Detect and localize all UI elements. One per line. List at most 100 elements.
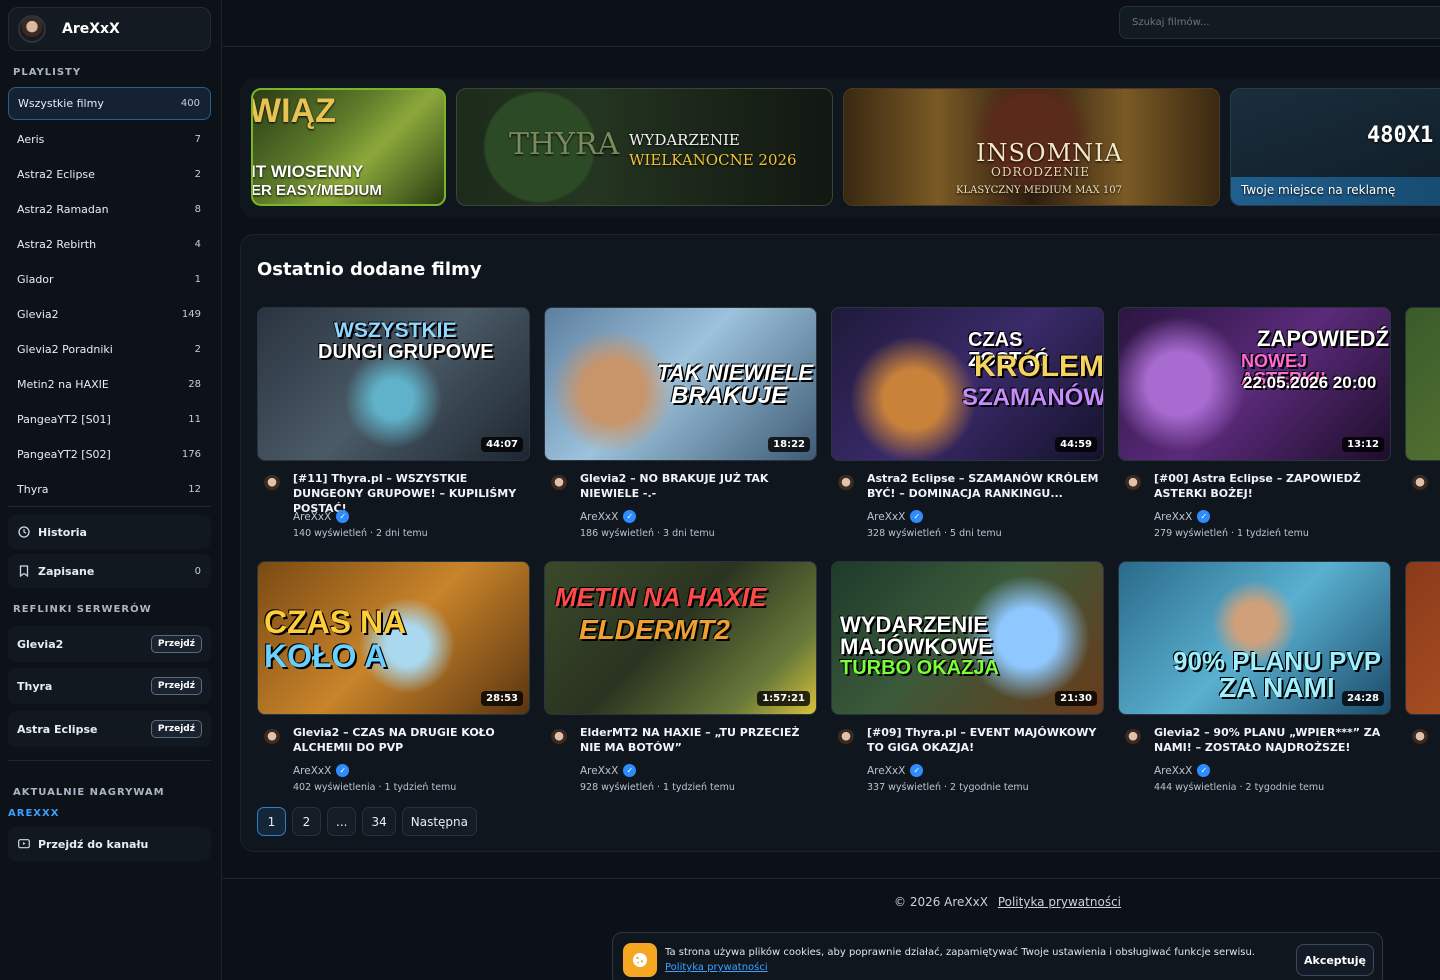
brand[interactable]: AreXxX [8,7,211,51]
playlist-item[interactable]: Glevia2 Poradniki 2 [8,332,211,367]
video-title[interactable]: [#00] Astra Eclipse – ZAPOWIEDŹ ASTERKI … [1154,471,1386,501]
video-thumbnail[interactable]: ZAPOWIEDŹ NOWEJ ASTERKI! 22.05.2026 20:0… [1118,307,1391,461]
cookie-privacy-link[interactable]: Polityka prywatności [665,962,768,973]
playlist-label: Glevia2 Poradniki [17,343,113,356]
video-meta [1405,715,1440,805]
video-thumbnail[interactable] [1405,307,1440,461]
search-input[interactable] [1119,6,1440,39]
cookie-icon [623,943,657,977]
playlist-item[interactable]: PangeaYT2 [S01] 11 [8,402,211,437]
avatar [18,15,46,43]
accept-cookies-button[interactable]: Akceptuję [1296,944,1374,976]
page-button-2[interactable]: 2 [292,807,321,836]
video-thumbnail[interactable]: CZAS NA KOŁO A 28:53 [257,561,530,715]
video-title[interactable]: Astra2 Eclipse – SZAMANÓW KRÓLEM BYĆ! – … [867,471,1099,501]
video-card[interactable]: TAK NIEWIELE BRAKUJE 18:22 Glevia2 – NO … [544,307,817,551]
thumb-text: BRAKUJE [671,382,788,409]
channel-name[interactable]: AreXxX ✓ [1154,510,1211,523]
video-card[interactable]: WSZYSTKIE DUNGI GRUPOWE 44:07 [#11] Thyr… [257,307,530,551]
video-duration: 44:59 [1055,437,1097,452]
playlist-list: Wszystkie filmy 400 Aeris 7 Astra2 Eclipse… [8,87,211,507]
history-button[interactable]: Historia [8,515,211,549]
ref-go-button[interactable]: Przejdź [150,677,202,695]
video-card[interactable]: ZAPOWIEDŹ NOWEJ ASTERKI! 22.05.2026 20:0… [1118,307,1391,551]
ref-go-button[interactable]: Przejdź [150,635,202,653]
banner-ad-slot[interactable]: 480X1 Twoje miejsce na reklamę [1230,88,1440,206]
channel-name[interactable]: AreXxX ✓ [867,764,924,777]
saved-button[interactable]: Zapisane 0 [8,554,211,588]
banner-thyra[interactable]: THYRA WYDARZENIE WIELKANOCNE 2026 [456,88,833,206]
privacy-link[interactable]: Polityka prywatności [998,895,1121,909]
playlist-item[interactable]: Astra2 Rebirth 4 [8,227,211,262]
refs-title: REFLINKI SERWERÓW [13,604,152,615]
footer-divider [223,878,1440,879]
playlist-count: 28 [188,379,201,390]
video-title[interactable]: Glevia2 – 90% PLANU „WPIER***” ZA NAMI! … [1154,725,1386,755]
ref-go-button[interactable]: Przejdź [150,720,202,738]
video-card[interactable]: WYDARZENIE MAJÓWKOWE TURBO OKAZJA 21:30 … [831,561,1104,805]
playlist-item[interactable]: Astra2 Eclipse 2 [8,157,211,192]
playlist-label: Aeris [17,133,45,146]
channel-name[interactable]: AreXxX ✓ [293,510,350,523]
video-title[interactable]: ElderMT2 NA HAXIE – „TU PRZECIEŻ NIE MA … [580,725,812,755]
playlist-item[interactable]: PangeaYT2 [S02] 176 [8,437,211,472]
video-card-partial[interactable] [1405,307,1440,551]
channel-name[interactable]: AreXxX ✓ [293,764,350,777]
video-views: 186 wyświetleń [580,528,654,539]
video-thumbnail[interactable]: CZAS ZOSTAĆ KRÓLEM SZAMANÓW! 44:59 [831,307,1104,461]
video-stats: 444 wyświetlenia · 2 tygodnie temu [1154,782,1325,793]
playlist-item[interactable]: Astra2 Ramadan 8 [8,192,211,227]
channel-name[interactable]: AreXxX ✓ [1154,764,1211,777]
video-card[interactable]: CZAS NA KOŁO A 28:53 Glevia2 – CZAS NA D… [257,561,530,805]
channel-name[interactable]: AreXxX ✓ [867,510,924,523]
playlist-item[interactable]: Wszystkie filmy 400 [8,87,211,120]
page-button-last[interactable]: 34 [362,807,396,836]
video-meta: [#00] Astra Eclipse – ZAPOWIEDŹ ASTERKI … [1118,461,1391,551]
thumb-text: 22.05.2026 20:00 [1243,373,1377,392]
video-thumbnail[interactable] [1405,561,1440,715]
playlist-item[interactable]: Aeris 7 [8,122,211,157]
video-thumbnail[interactable]: WYDARZENIE MAJÓWKOWE TURBO OKAZJA 21:30 [831,561,1104,715]
video-title[interactable]: Glevia2 – NO BRAKUJE JUŻ TAK NIEWIELE -.… [580,471,812,501]
ref-label: Thyra [17,679,53,693]
thumb-text: ZAPOWIEDŹ [1257,326,1389,351]
video-age: 1 tydzień temu [1237,528,1309,539]
video-thumbnail[interactable]: 90% PLANU PVP ZA NAMI 24:28 [1118,561,1391,715]
video-stats: 328 wyświetleń · 5 dni temu [867,528,1002,539]
video-stats: 337 wyświetleń · 2 tygodnie temu [867,782,1029,793]
playlist-item[interactable]: Metin2 na HAXIE 28 [8,367,211,402]
playlist-label: Glevia2 [17,308,59,321]
ref-label: Astra Eclipse [17,722,98,736]
playlists-title: PLAYLISTY [13,67,82,78]
video-thumbnail[interactable]: WSZYSTKIE DUNGI GRUPOWE 44:07 [257,307,530,461]
video-views: 444 wyświetlenia [1154,782,1237,793]
banner-wiaz[interactable]: WIĄZ IT WIOSENNY ER EASY/MEDIUM [251,88,446,206]
channel-label: AreXxX [1154,510,1193,523]
playlist-item[interactable]: Glador 1 [8,262,211,297]
video-title[interactable]: Glevia2 – CZAS NA DRUGIE KOŁO ALCHEMII D… [293,725,525,755]
video-age: 5 dni temu [950,528,1002,539]
playlist-count: 11 [188,414,201,425]
video-card[interactable]: METIN NA HAXIE ELDERMT2 1:57:21 ElderMT2… [544,561,817,805]
saved-label: Zapisane [38,564,95,578]
divider [8,760,211,761]
channel-name[interactable]: AreXxX ✓ [580,510,637,523]
playlist-item[interactable]: Thyra 12 [8,472,211,507]
video-title[interactable]: [#09] Thyra.pl – EVENT MAJÓWKOWY TO GIGA… [867,725,1099,755]
playlist-item[interactable]: Glevia2 149 [8,297,211,332]
next-page-button[interactable]: Następna [401,807,477,836]
channel-button[interactable]: Przejdź do kanału [8,827,211,861]
playlist-label: Wszystkie filmy [18,97,104,110]
video-thumbnail[interactable]: METIN NA HAXIE ELDERMT2 1:57:21 [544,561,817,715]
video-card[interactable]: 90% PLANU PVP ZA NAMI 24:28 Glevia2 – 90… [1118,561,1391,805]
channel-avatar [550,475,568,493]
video-card-partial[interactable] [1405,561,1440,805]
video-card[interactable]: CZAS ZOSTAĆ KRÓLEM SZAMANÓW! 44:59 Astra… [831,307,1104,551]
banner-insomnia[interactable]: INSOMNIA ODRODZENIE KLASYCZNY MEDIUM MAX… [843,88,1220,206]
ref-item-astra-eclipse: Astra Eclipse Przejdź [8,711,211,747]
playlist-label: Astra2 Rebirth [17,238,97,251]
playlist-count: 2 [194,169,201,180]
video-thumbnail[interactable]: TAK NIEWIELE BRAKUJE 18:22 [544,307,817,461]
channel-name[interactable]: AreXxX ✓ [580,764,637,777]
page-button-1[interactable]: 1 [257,807,286,836]
